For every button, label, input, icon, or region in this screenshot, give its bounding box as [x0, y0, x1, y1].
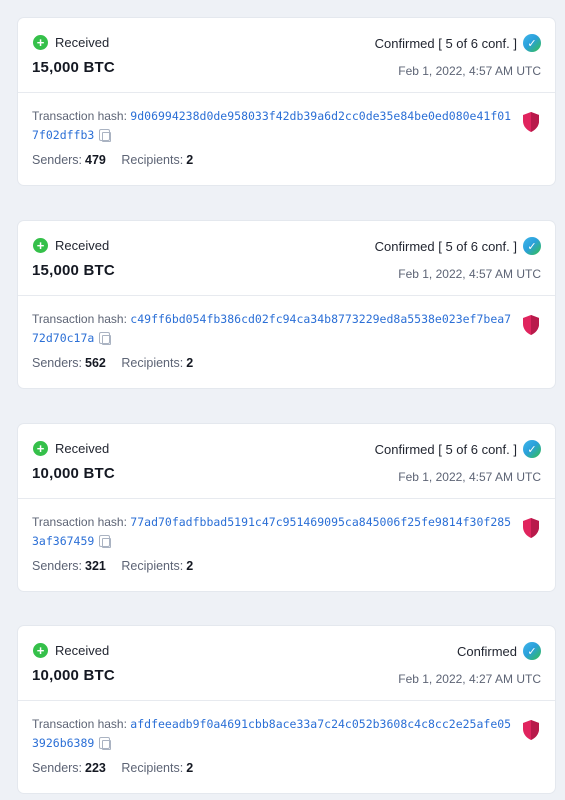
shield-icon[interactable]	[521, 719, 541, 741]
status-text: Confirmed [ 5 of 6 conf. ]	[374, 441, 517, 457]
check-circle-icon: ✓	[523, 440, 541, 458]
senders-count: 321	[85, 559, 106, 573]
recipients-label: Recipients:	[121, 559, 184, 573]
direction-label: + Received	[33, 643, 109, 658]
senders-count: 479	[85, 153, 106, 167]
shield-icon[interactable]	[521, 314, 541, 336]
direction-text: Received	[55, 643, 110, 658]
shield-icon[interactable]	[521, 517, 541, 539]
senders-label: Senders:	[32, 559, 83, 573]
recipients-label: Recipients:	[121, 153, 184, 167]
recipients-count: 2	[186, 356, 194, 370]
copy-icon[interactable]	[99, 737, 112, 750]
transaction-card: + Received 10,000 BTC Confirmed ✓ Feb 1,…	[18, 626, 555, 793]
copy-icon[interactable]	[99, 129, 112, 142]
card-body: Transaction hash: 9d06994238d0de958033f4…	[18, 93, 555, 185]
senders-label: Senders:	[32, 153, 83, 167]
card-body: Transaction hash: 77ad70fadfbbad5191c47c…	[18, 499, 555, 591]
amount: 10,000 BTC	[32, 465, 115, 482]
status-badge: Confirmed ✓	[457, 642, 541, 660]
card-body: Transaction hash: afdfeeadb9f0a4691cbb8a…	[18, 701, 555, 793]
participant-counts: Senders: 223 Recipients: 2	[32, 761, 193, 775]
transaction-card: + Received 15,000 BTC Confirmed [ 5 of 6…	[18, 221, 555, 388]
card-body: Transaction hash: c49ff6bd054fb386cd02fc…	[18, 296, 555, 388]
hash-label: Transaction hash:	[32, 109, 127, 123]
participant-counts: Senders: 321 Recipients: 2	[32, 559, 193, 573]
senders-count: 562	[85, 356, 106, 370]
recipients-label: Recipients:	[121, 761, 184, 775]
timestamp: Feb 1, 2022, 4:57 AM UTC	[398, 64, 541, 78]
card-header: + Received 15,000 BTC Confirmed [ 5 of 6…	[18, 221, 555, 296]
card-header: + Received 15,000 BTC Confirmed [ 5 of 6…	[18, 18, 555, 93]
shield-icon[interactable]	[521, 111, 541, 133]
hash-label: Transaction hash:	[32, 515, 127, 529]
transaction-card: + Received 15,000 BTC Confirmed [ 5 of 6…	[18, 18, 555, 185]
hash-block: Transaction hash: afdfeeadb9f0a4691cbb8a…	[32, 715, 514, 753]
plus-circle-icon: +	[33, 238, 48, 253]
hash-block: Transaction hash: 9d06994238d0de958033f4…	[32, 107, 514, 145]
hash-block: Transaction hash: c49ff6bd054fb386cd02fc…	[32, 310, 514, 348]
recipients-count: 2	[186, 761, 194, 775]
direction-text: Received	[55, 35, 110, 50]
copy-icon[interactable]	[99, 535, 112, 548]
recipients-label: Recipients:	[121, 356, 184, 370]
check-circle-icon: ✓	[523, 34, 541, 52]
hash-label: Transaction hash:	[32, 717, 127, 731]
status-text: Confirmed [ 5 of 6 conf. ]	[374, 238, 517, 254]
hash-block: Transaction hash: 77ad70fadfbbad5191c47c…	[32, 513, 514, 551]
recipients-count: 2	[186, 153, 194, 167]
timestamp: Feb 1, 2022, 4:57 AM UTC	[398, 267, 541, 281]
direction-label: + Received	[33, 441, 109, 456]
hash-label: Transaction hash:	[32, 312, 127, 326]
senders-label: Senders:	[32, 356, 83, 370]
copy-icon[interactable]	[99, 332, 112, 345]
status-badge: Confirmed [ 5 of 6 conf. ] ✓	[375, 440, 541, 458]
timestamp: Feb 1, 2022, 4:27 AM UTC	[398, 672, 541, 686]
plus-circle-icon: +	[33, 441, 48, 456]
amount: 15,000 BTC	[32, 59, 115, 76]
status-text: Confirmed	[457, 643, 517, 659]
senders-count: 223	[85, 761, 106, 775]
direction-label: + Received	[33, 35, 109, 50]
status-text: Confirmed [ 5 of 6 conf. ]	[374, 35, 517, 51]
recipients-count: 2	[186, 559, 194, 573]
plus-circle-icon: +	[33, 35, 48, 50]
amount: 15,000 BTC	[32, 262, 115, 279]
status-badge: Confirmed [ 5 of 6 conf. ] ✓	[375, 34, 541, 52]
transaction-card: + Received 10,000 BTC Confirmed [ 5 of 6…	[18, 424, 555, 591]
senders-label: Senders:	[32, 761, 83, 775]
direction-text: Received	[55, 238, 110, 253]
status-badge: Confirmed [ 5 of 6 conf. ] ✓	[375, 237, 541, 255]
direction-text: Received	[55, 441, 110, 456]
timestamp: Feb 1, 2022, 4:57 AM UTC	[398, 470, 541, 484]
participant-counts: Senders: 562 Recipients: 2	[32, 356, 193, 370]
participant-counts: Senders: 479 Recipients: 2	[32, 153, 193, 167]
amount: 10,000 BTC	[32, 667, 115, 684]
check-circle-icon: ✓	[523, 642, 541, 660]
plus-circle-icon: +	[33, 643, 48, 658]
card-header: + Received 10,000 BTC Confirmed ✓ Feb 1,…	[18, 626, 555, 701]
card-header: + Received 10,000 BTC Confirmed [ 5 of 6…	[18, 424, 555, 499]
check-circle-icon: ✓	[523, 237, 541, 255]
direction-label: + Received	[33, 238, 109, 253]
